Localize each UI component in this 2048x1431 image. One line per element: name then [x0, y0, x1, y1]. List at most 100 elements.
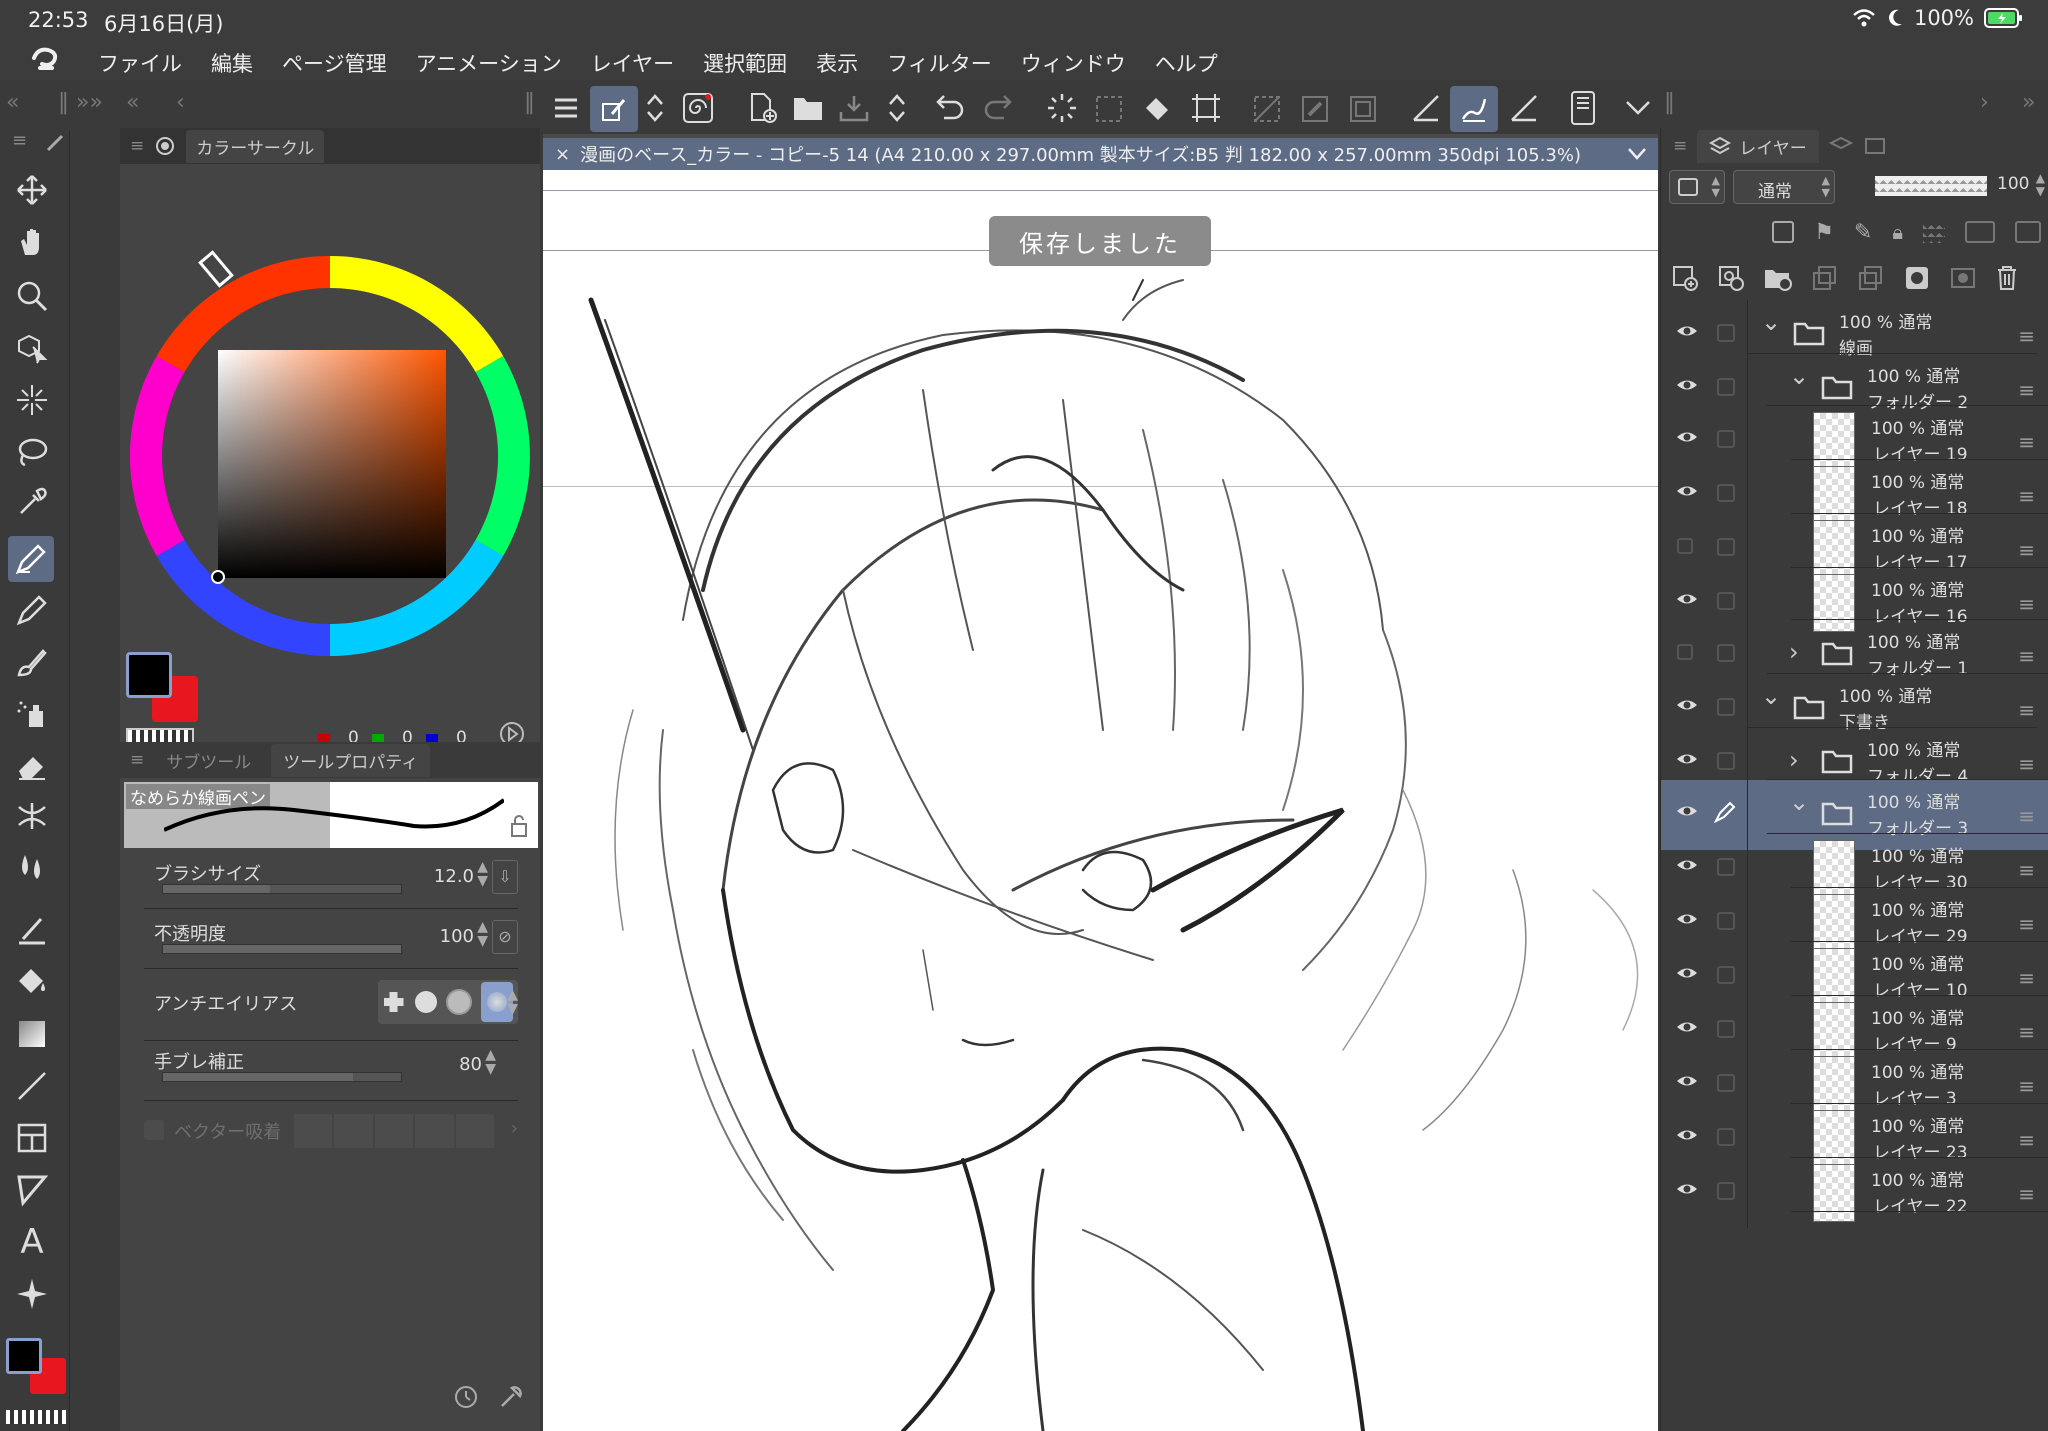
- layer-opacity-slider[interactable]: [1875, 176, 1987, 196]
- blend-mode-select[interactable]: 通常 ▲ ▼: [1733, 170, 1835, 204]
- visibility-eye-icon[interactable]: [1675, 376, 1699, 394]
- ruler-snap-icon[interactable]: [1410, 92, 1442, 124]
- strip-transparent-color[interactable]: [6, 1410, 66, 1424]
- layer-checkbox[interactable]: [1717, 1020, 1735, 1038]
- visibility-eye-icon[interactable]: [1675, 750, 1699, 768]
- layer-handle-icon[interactable]: ≡: [2018, 324, 2035, 348]
- visibility-off-box[interactable]: [1677, 644, 1693, 660]
- opacity-slider[interactable]: [162, 944, 402, 954]
- new-file-icon[interactable]: [748, 92, 778, 124]
- antialias-options[interactable]: [378, 980, 518, 1024]
- visibility-eye-icon[interactable]: [1675, 696, 1699, 714]
- brush-size-download-button[interactable]: ⇩: [492, 860, 518, 894]
- lock-layer-icon[interactable]: 🔒︎: [1892, 220, 1903, 244]
- pen-tool[interactable]: [8, 536, 54, 582]
- lock-icon[interactable]: [508, 814, 530, 838]
- vector-snap-checkbox[interactable]: [144, 1120, 164, 1140]
- chevron-right-icon[interactable]: ›: [1980, 90, 1989, 115]
- expand-right-icon[interactable]: »: [2022, 90, 2035, 115]
- layer-handle-icon[interactable]: ≡: [2018, 430, 2035, 454]
- app-logo-icon[interactable]: [28, 46, 64, 76]
- opacity-stepper[interactable]: ▲ ▼: [477, 920, 488, 948]
- ref-layer-icon[interactable]: ⚑: [1814, 220, 1834, 245]
- auto-select-tool[interactable]: [12, 380, 52, 420]
- menu-filter[interactable]: フィルター: [887, 48, 992, 78]
- layer-handle-icon[interactable]: ≡: [2018, 804, 2035, 828]
- layer-handle-icon[interactable]: ≡: [2018, 1074, 2035, 1098]
- transfer-down-icon[interactable]: [1811, 264, 1839, 292]
- strip-menu-icon[interactable]: ≡: [12, 130, 27, 151]
- delete-layer-icon[interactable]: [1995, 264, 2019, 292]
- tool-panel-menu-icon[interactable]: ≡: [130, 750, 144, 770]
- merge-down-icon[interactable]: [1857, 264, 1885, 292]
- object-tool[interactable]: [12, 328, 52, 368]
- vector-snap-chevron-icon[interactable]: ›: [511, 1118, 518, 1139]
- document-tab[interactable]: × 漫画のベース_カラー - コピー-5 14 (A4 210.00 x 297…: [543, 138, 1658, 170]
- transform-icon[interactable]: [1190, 92, 1222, 124]
- layer-checkbox[interactable]: [1717, 752, 1735, 770]
- hand-tool[interactable]: [12, 222, 52, 262]
- sv-cursor[interactable]: [211, 570, 225, 584]
- antialias-weak-icon[interactable]: [414, 991, 437, 1013]
- layer-checkbox[interactable]: [1717, 698, 1735, 716]
- antialias-row[interactable]: アンチエイリアス ▲ ▼: [148, 980, 518, 1030]
- antialias-none-icon[interactable]: [383, 992, 404, 1012]
- menu-window[interactable]: ウィンドウ: [1021, 48, 1126, 78]
- vector-snap-options[interactable]: [294, 1114, 495, 1148]
- updown2-icon[interactable]: [886, 92, 908, 124]
- new-folder-icon[interactable]: [1763, 264, 1793, 292]
- pencil-tool[interactable]: [12, 590, 52, 630]
- opacity-link-button[interactable]: ⊘: [492, 920, 518, 954]
- loading-icon[interactable]: [1046, 92, 1078, 124]
- color-wheel-area[interactable]: 0 0 0: [120, 164, 540, 764]
- text-tool[interactable]: A: [12, 1222, 52, 1262]
- visibility-eye-icon[interactable]: [1675, 910, 1699, 928]
- clear-outside-icon[interactable]: [1252, 94, 1282, 124]
- strip-main-color[interactable]: [6, 1338, 42, 1374]
- blend-tool[interactable]: [12, 848, 52, 888]
- visibility-eye-icon[interactable]: [1675, 428, 1699, 446]
- balloon-tool[interactable]: [12, 1170, 52, 1210]
- decoration-tool[interactable]: [12, 796, 52, 836]
- layer-checkbox[interactable]: [1717, 592, 1735, 610]
- brush-size-stepper[interactable]: ▲ ▼: [477, 860, 488, 888]
- saturation-value-square[interactable]: [218, 350, 446, 578]
- chevron-down-icon[interactable]: ⌄: [1761, 308, 1781, 336]
- add-mask-icon[interactable]: [1903, 264, 1931, 292]
- brush-preview[interactable]: なめらか線画ペン: [124, 782, 538, 848]
- layer-handle-icon[interactable]: ≡: [2018, 1128, 2035, 1152]
- layer-handle-icon[interactable]: ≡: [2018, 752, 2035, 776]
- antialias-stepper[interactable]: ▲ ▼: [507, 988, 518, 1016]
- layer-checkbox[interactable]: [1717, 1182, 1735, 1200]
- layer-checkbox[interactable]: [1717, 1128, 1735, 1146]
- layer-checkbox[interactable]: [1717, 858, 1735, 876]
- brush-size-slider[interactable]: [162, 884, 402, 894]
- fill-tool[interactable]: [12, 962, 52, 1002]
- gradient-tool[interactable]: [12, 1014, 52, 1054]
- layer-checkbox[interactable]: [1717, 538, 1735, 556]
- figure-tool[interactable]: [12, 910, 52, 950]
- special-ruler-icon[interactable]: [1508, 92, 1540, 124]
- spiral-icon[interactable]: [682, 92, 714, 124]
- menu-help[interactable]: ヘルプ: [1155, 48, 1218, 78]
- layer-checkbox[interactable]: [1717, 644, 1735, 662]
- visibility-eye-icon[interactable]: [1675, 590, 1699, 608]
- layer-handle-icon[interactable]: ≡: [2018, 378, 2035, 402]
- layer-handle-icon[interactable]: ≡: [2018, 1182, 2035, 1206]
- menu-file[interactable]: ファイル: [98, 48, 182, 78]
- save-icon[interactable]: [838, 94, 870, 122]
- layer-color-box[interactable]: ▲ ▼: [1669, 170, 1725, 204]
- eyedropper-tool[interactable]: [12, 482, 52, 522]
- layer-menu-icon[interactable]: ≡: [1673, 136, 1687, 156]
- stabilization-stepper[interactable]: ▲ ▼: [485, 1048, 496, 1076]
- layer-checkbox[interactable]: [1717, 378, 1735, 396]
- doc-chevron-down-icon[interactable]: [1626, 146, 1648, 162]
- panel-menu-icon[interactable]: ≡: [130, 136, 144, 156]
- layer-handle-icon[interactable]: ≡: [2018, 538, 2035, 562]
- layer-handle-icon[interactable]: ≡: [2018, 912, 2035, 936]
- line-tool[interactable]: [12, 1066, 52, 1106]
- tab-subtool[interactable]: サブツール: [154, 743, 264, 777]
- updown-icon[interactable]: [644, 92, 666, 124]
- layer-handle-icon[interactable]: ≡: [2018, 484, 2035, 508]
- edit-tool-button[interactable]: [590, 86, 638, 132]
